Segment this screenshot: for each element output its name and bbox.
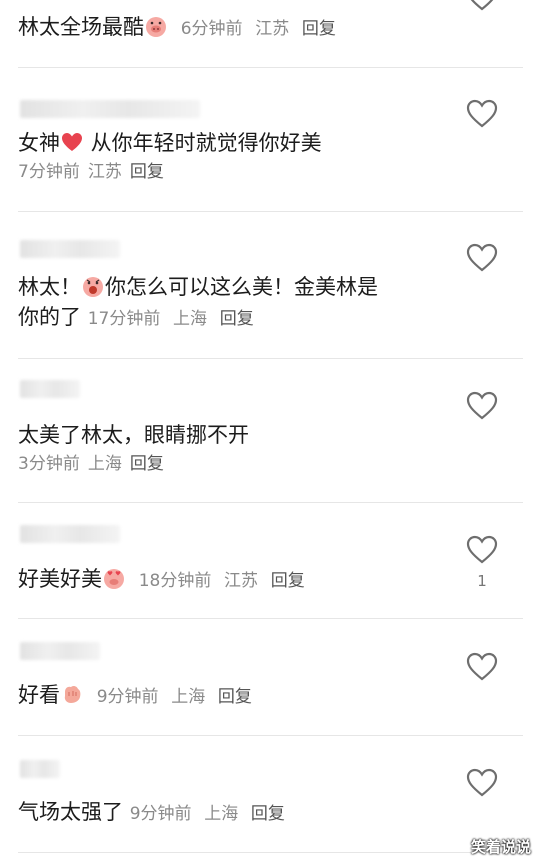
fist-emoji-icon bbox=[64, 685, 81, 703]
blurred-username bbox=[20, 760, 60, 778]
comment-time: 18分钟前 bbox=[138, 571, 212, 591]
divider bbox=[18, 852, 523, 853]
reply-button[interactable]: 回复 bbox=[271, 571, 305, 591]
like-heart-icon[interactable] bbox=[466, 768, 498, 798]
divider bbox=[18, 211, 523, 212]
blurred-username bbox=[20, 642, 100, 660]
divider bbox=[18, 358, 523, 359]
reply-button[interactable]: 回复 bbox=[302, 19, 336, 39]
comment-meta: 3分钟前 上海 回复 bbox=[18, 453, 172, 475]
comment-time: 6分钟前 bbox=[180, 19, 243, 39]
reply-button[interactable]: 回复 bbox=[251, 804, 285, 824]
comment-text: 林太全场最酷 6分钟前 江苏 回复 bbox=[18, 15, 336, 39]
comment-time: 9分钟前 bbox=[96, 687, 159, 707]
like-heart-icon[interactable] bbox=[466, 652, 498, 682]
comment-text: 好看 9分钟前 上海 回复 bbox=[18, 683, 252, 707]
comment-text: 太美了林太，眼睛挪不开 bbox=[18, 423, 249, 447]
like-heart-icon[interactable] bbox=[466, 391, 498, 421]
divider bbox=[18, 618, 523, 619]
pig-face-emoji-icon bbox=[83, 277, 103, 297]
reply-button[interactable]: 回复 bbox=[130, 162, 164, 182]
like-heart-icon[interactable] bbox=[466, 535, 498, 565]
blurred-username bbox=[20, 100, 200, 118]
comment-text: 林太！ 你怎么可以这么美！金美林是 你的了 17分钟前 上海 回复 bbox=[18, 275, 378, 329]
watermark: 笑着说说 bbox=[470, 838, 531, 856]
blurred-username bbox=[20, 525, 120, 543]
comment-time: 17分钟前 bbox=[87, 309, 161, 329]
comment-time: 9分钟前 bbox=[129, 804, 192, 824]
comment-location: 江苏 bbox=[224, 571, 259, 591]
comment-location: 江苏 bbox=[255, 19, 290, 39]
heart-eyes-pig-emoji-icon bbox=[104, 569, 124, 589]
divider bbox=[18, 735, 523, 736]
comment-location: 上海 bbox=[173, 309, 208, 329]
pig-face-emoji-icon bbox=[146, 17, 166, 37]
blurred-username bbox=[20, 380, 80, 398]
blurred-username bbox=[20, 240, 120, 258]
divider bbox=[18, 502, 523, 503]
comment-time: 7分钟前 bbox=[18, 162, 80, 182]
red-heart-emoji-icon bbox=[62, 133, 82, 151]
comment-time: 3分钟前 bbox=[18, 454, 80, 474]
reply-button[interactable]: 回复 bbox=[220, 309, 254, 329]
like-heart-icon[interactable] bbox=[466, 99, 498, 129]
comment-meta: 7分钟前 江苏 回复 bbox=[18, 161, 172, 183]
comment-text: 好美好美 18分钟前 江苏 回复 bbox=[18, 567, 305, 591]
reply-button[interactable]: 回复 bbox=[218, 687, 252, 707]
comment-location: 上海 bbox=[87, 454, 122, 474]
comment-location: 上海 bbox=[204, 804, 239, 824]
comment-text: 气场太强了 9分钟前 上海 回复 bbox=[18, 800, 285, 824]
comment-location: 江苏 bbox=[87, 162, 122, 182]
comment-text: 女神 从你年轻时就觉得你好美 bbox=[18, 131, 322, 155]
like-count: 1 bbox=[477, 572, 487, 590]
comment-location: 上海 bbox=[171, 687, 206, 707]
like-heart-icon[interactable] bbox=[466, 243, 498, 273]
divider bbox=[18, 67, 523, 68]
reply-button[interactable]: 回复 bbox=[130, 454, 164, 474]
like-heart-icon[interactable] bbox=[466, 0, 498, 12]
